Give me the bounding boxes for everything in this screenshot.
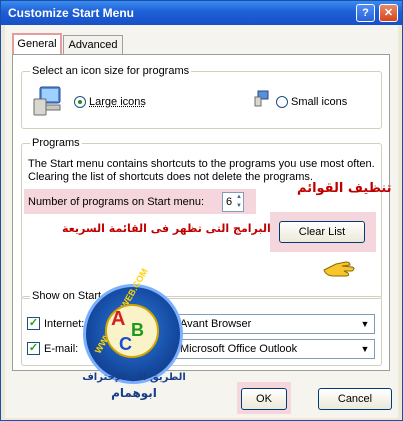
internet-checkbox[interactable]: ✓	[27, 317, 40, 330]
programs-description-2: Clearing the list of shortcuts does not …	[28, 171, 313, 183]
ok-button[interactable]: OK	[241, 388, 287, 410]
close-button[interactable]: ✕	[379, 4, 398, 22]
program-count-label: Number of programs on Start menu:	[28, 196, 205, 208]
icon-size-group-label: Select an icon size for programs	[30, 65, 192, 77]
watermark-letter-c: C	[119, 334, 132, 354]
email-select[interactable]: Microsoft Office Outlook ▼	[175, 339, 375, 359]
programs-description-1: The Start menu contains shortcuts to the…	[28, 158, 375, 170]
pointing-hand-icon	[323, 261, 355, 277]
small-icons-label[interactable]: Small icons	[291, 96, 347, 108]
abc4web-watermark: WWW.ABC4WEB.COM A B C الطريق الى الإحترا…	[71, 267, 201, 401]
help-button[interactable]: ?	[356, 4, 375, 22]
small-icons-radio[interactable]	[276, 96, 288, 108]
cancel-button[interactable]: Cancel	[318, 388, 392, 410]
programs-count-annotation: عدد البرامج التى تظهر فى القائمة السريعة	[62, 222, 295, 235]
small-icons-computer-icon	[254, 90, 269, 107]
large-icons-label[interactable]: Large icons	[89, 96, 146, 108]
watermark-author: ابوهمام	[111, 386, 157, 400]
window-title: Customize Start Menu	[8, 6, 135, 20]
program-count-value: 6	[226, 196, 233, 208]
internet-dropdown-arrow-icon[interactable]: ▼	[357, 316, 373, 332]
large-icons-radio[interactable]	[74, 96, 86, 108]
watermark-tagline: الطريق الى الإحتراف	[82, 372, 186, 383]
tab-general[interactable]: General	[12, 33, 62, 55]
general-panel: Select an icon size for programs Large i…	[12, 54, 392, 371]
icon-size-group: Select an icon size for programs Large i…	[21, 65, 382, 129]
tab-advanced[interactable]: Advanced	[63, 35, 123, 55]
spinner-arrows-icon[interactable]: ▲ ▼	[235, 193, 243, 211]
dialog-content: General Advanced Select an icon size for…	[5, 25, 398, 418]
customize-start-menu-dialog: Customize Start Menu ? ✕ General Advance…	[0, 0, 403, 421]
program-count-spinner[interactable]: 6 ▲ ▼	[222, 192, 244, 212]
internet-select[interactable]: Avant Browser ▼	[175, 314, 375, 334]
email-dropdown-arrow-icon[interactable]: ▼	[357, 341, 373, 357]
clear-lists-annotation: تنظيف القوائم	[297, 181, 392, 196]
large-icons-computer-icon	[33, 86, 61, 116]
watermark-letter-a: A	[111, 308, 126, 330]
email-checkbox[interactable]: ✓	[27, 342, 40, 355]
title-bar[interactable]: Customize Start Menu ? ✕	[1, 1, 402, 25]
watermark-letter-b: B	[131, 320, 144, 340]
clear-list-button[interactable]: Clear List	[279, 221, 365, 243]
programs-group-label: Programs	[30, 137, 82, 149]
